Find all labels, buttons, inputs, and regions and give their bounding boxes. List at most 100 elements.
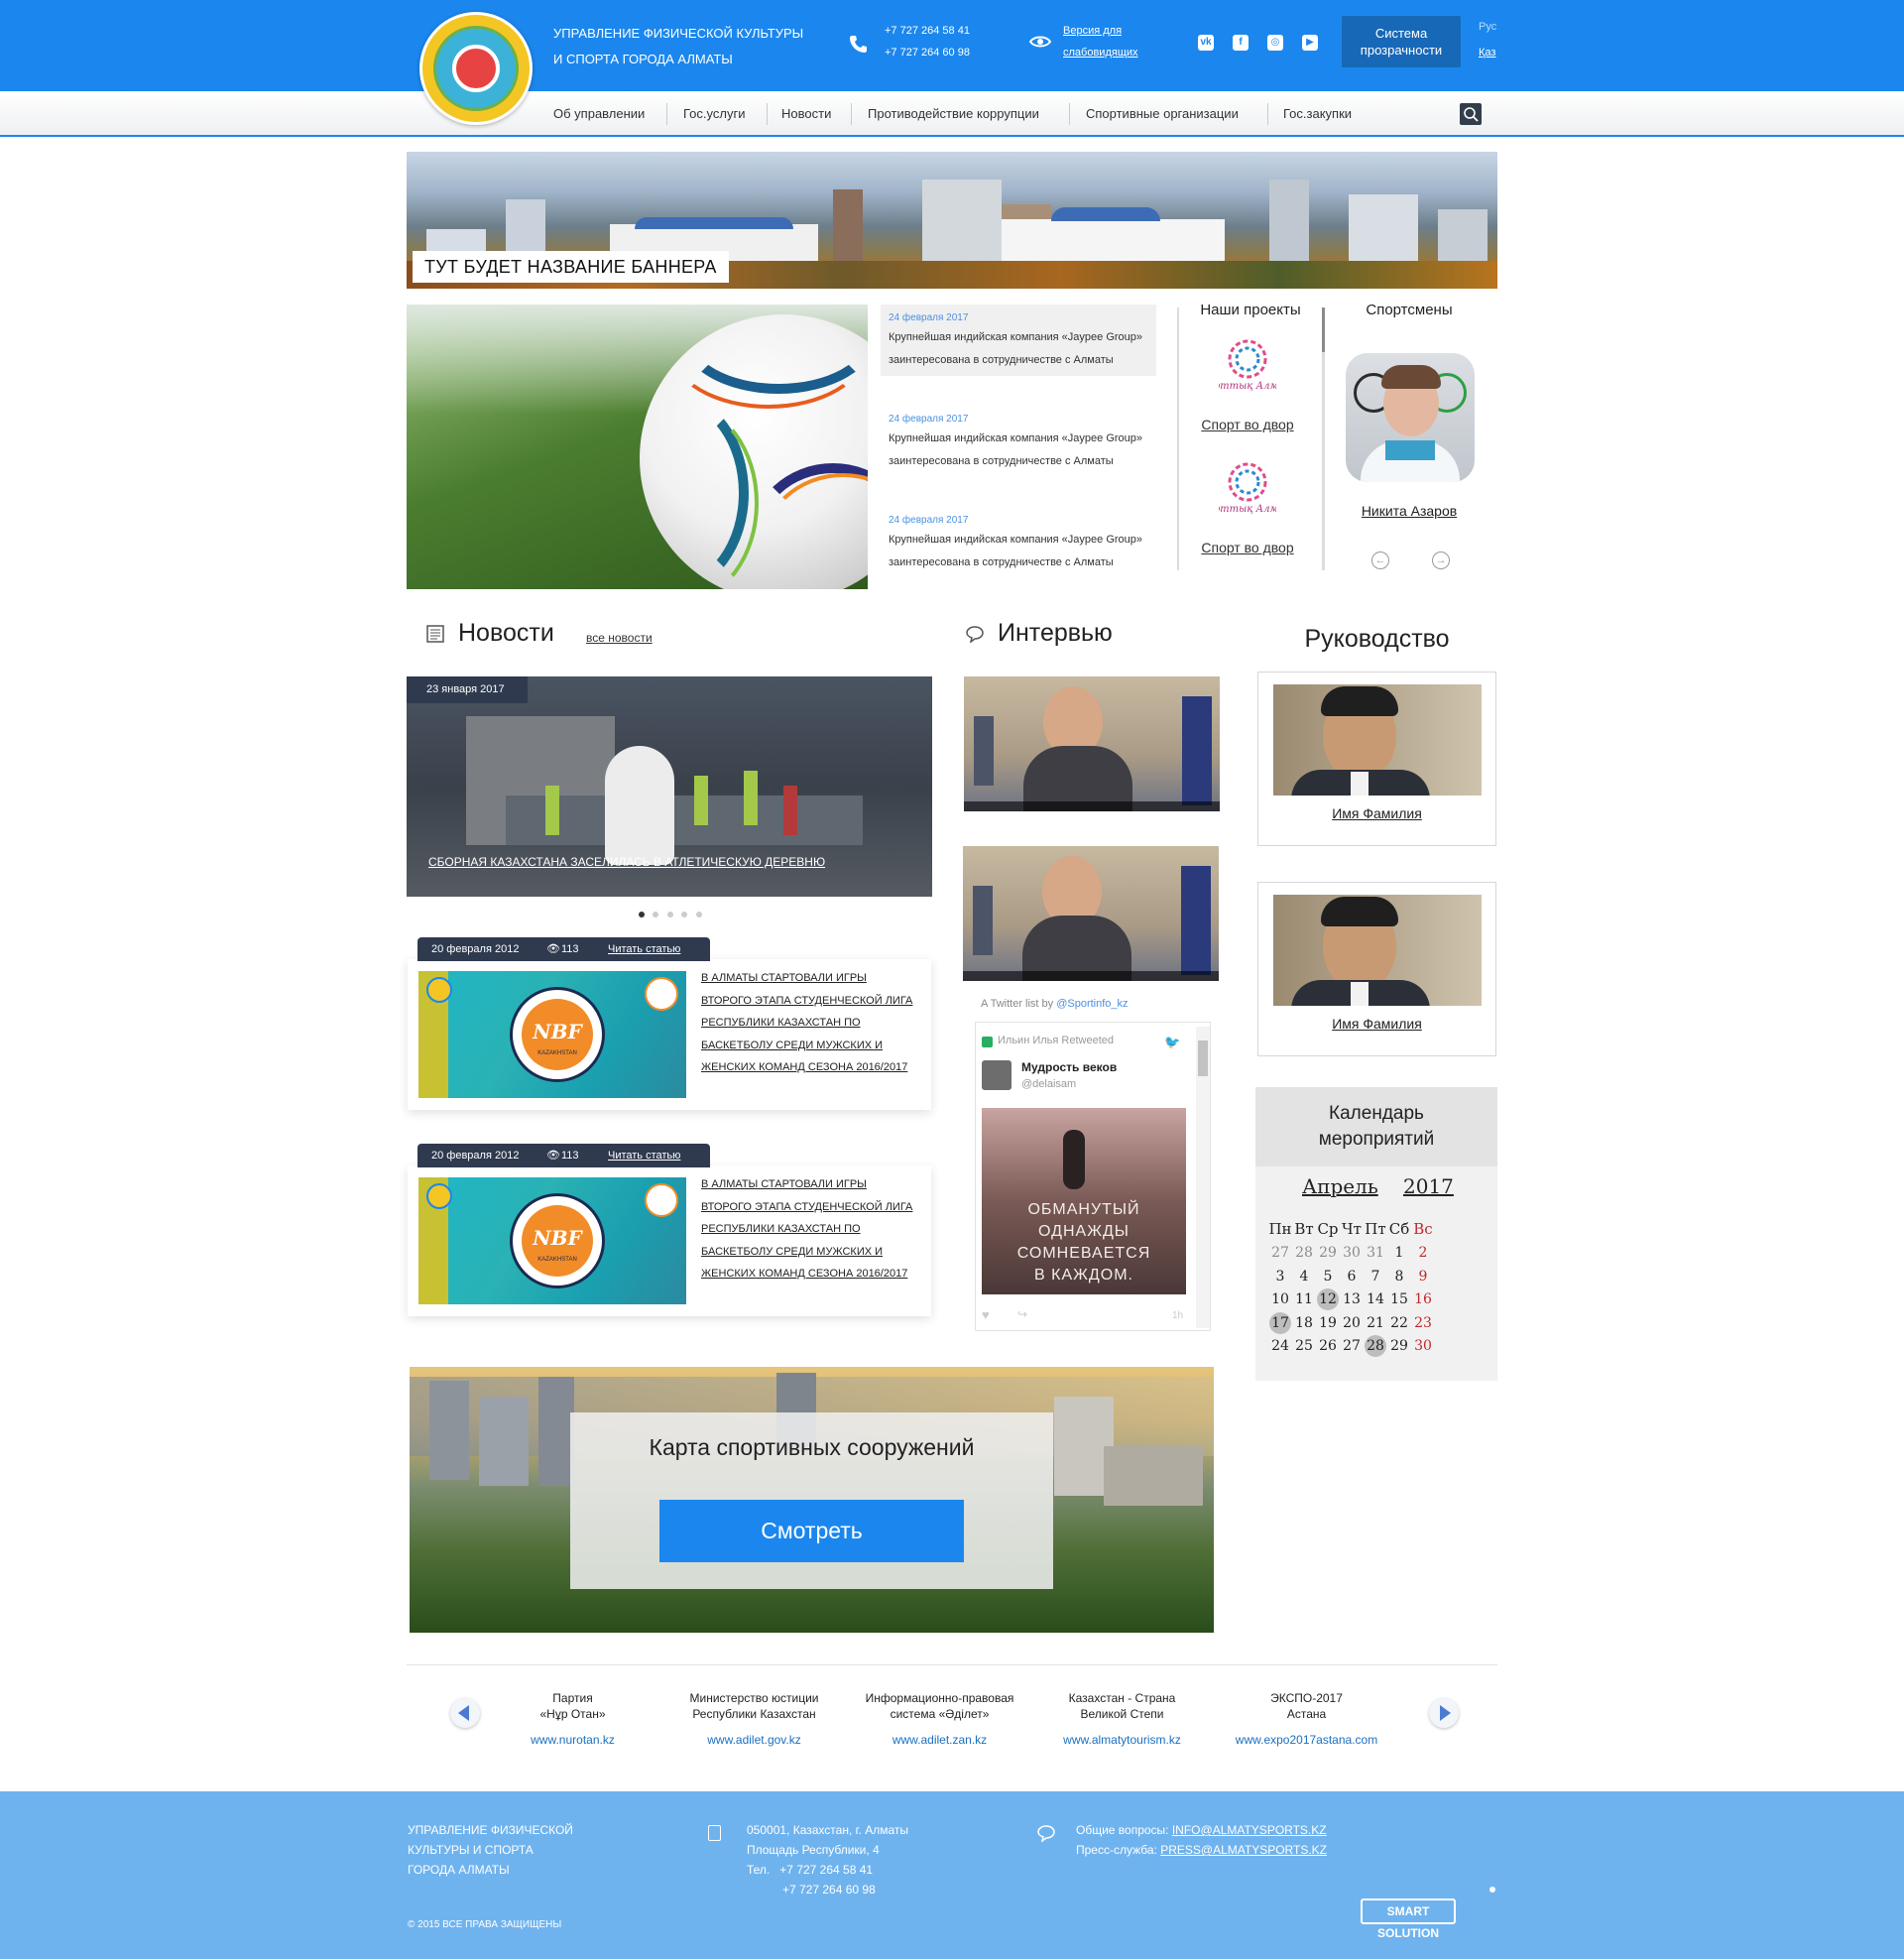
footer-address: 050001, Казахстан, г. Алматы Площадь Рес… <box>747 1820 908 1899</box>
footer-general-email[interactable]: INFO@ALMATYSPORTS.KZ <box>1172 1823 1327 1837</box>
low-vision-link[interactable]: Версия для слабовидящих <box>1063 20 1138 63</box>
athlete-name[interactable]: Никита Азаров <box>1335 503 1484 519</box>
search-button[interactable] <box>1460 103 1482 125</box>
tweet-author[interactable]: Мудрость веков <box>1021 1060 1117 1074</box>
city-emblem-logo[interactable] <box>419 12 533 125</box>
side-news-line1: Крупнейшая индийская компания «Jaypee Gr… <box>889 432 1143 444</box>
interview-video-thumbnail[interactable] <box>963 846 1219 981</box>
partner-link-url[interactable]: www.nurotan.kz <box>486 1733 659 1747</box>
view-map-button[interactable]: Смотреть <box>659 1500 964 1562</box>
nav-anticorruption[interactable]: Противодействие коррупции <box>868 105 1039 123</box>
manager-photo[interactable] <box>1273 895 1482 1006</box>
football-graphic <box>640 314 868 589</box>
article-date: 20 февраля 2012 <box>431 1150 520 1162</box>
twitter-handle-link[interactable]: @Sportinfo_kz <box>1056 998 1128 1010</box>
side-news-date: 24 февраля 2017 <box>889 414 969 425</box>
instagram-icon[interactable]: ◎ <box>1267 35 1283 51</box>
developer-logo[interactable]: SMART SOLUTION <box>1361 1898 1456 1940</box>
featured-news-title[interactable]: Сборная Казахстана заселилась в атлетиче… <box>428 855 825 869</box>
nav-services[interactable]: Гос.услуги <box>683 105 745 123</box>
news-article-title[interactable]: В Алматы стартовали игры второго этапа с… <box>701 967 929 1079</box>
read-article-link[interactable]: Читать статью <box>608 1144 680 1167</box>
emblem-ring <box>433 26 519 111</box>
footer-press-email[interactable]: PRESS@ALMATYSPORTS.KZ <box>1160 1843 1327 1857</box>
retweet-icon <box>982 1037 993 1047</box>
tweet-avatar[interactable] <box>982 1060 1012 1090</box>
header-phone-1[interactable]: +7 727 264 58 41 <box>885 20 970 42</box>
partner-link-url[interactable]: www.almatytourism.kz <box>1035 1733 1209 1747</box>
news-article-card[interactable]: NBF KAZAKHSTAN В Алматы стартовали игры … <box>408 1165 931 1316</box>
slider-dot[interactable] <box>667 912 673 918</box>
footer-contacts: Общие вопросы: INFO@ALMATYSPORTS.KZ Прес… <box>1076 1823 1327 1857</box>
low-vision-line1: Версия для <box>1063 25 1123 37</box>
links-next-arrow-icon[interactable] <box>1429 1698 1459 1728</box>
projects-divider-left <box>1177 307 1179 570</box>
calendar-month-select[interactable]: Апрель <box>1302 1174 1378 1198</box>
calendar-day[interactable]: 2 <box>1408 1242 1438 1264</box>
nav-divider <box>851 103 852 125</box>
news-article-title[interactable]: В Алматы стартовали игры второго этапа с… <box>701 1173 929 1286</box>
sport-almaty-logo[interactable]: Спорттық Алматы <box>1194 460 1301 518</box>
nav-news[interactable]: Новости <box>781 105 831 123</box>
tweet-handle[interactable]: @delaisam <box>1021 1078 1076 1090</box>
twitter-scrollbar[interactable] <box>1196 1027 1210 1328</box>
lang-ru[interactable]: Рус <box>1479 21 1496 33</box>
footer-phone-1[interactable]: +7 727 264 58 41 <box>779 1863 873 1877</box>
vk-icon[interactable]: vk <box>1198 35 1214 51</box>
news-article-card[interactable]: NBF KAZAKHSTAN В Алматы стартовали игры … <box>408 959 931 1110</box>
links-prev-arrow-icon[interactable] <box>450 1698 480 1728</box>
heart-icon[interactable]: ♥ <box>982 1307 990 1322</box>
transparency-button[interactable]: Система прозрачности <box>1342 16 1461 67</box>
share-icon[interactable]: ↪ <box>1017 1307 1027 1321</box>
banner-title[interactable]: Тут будет название баннера <box>413 251 729 283</box>
project-sport-yard-link[interactable]: Спорт во двор <box>1173 417 1322 432</box>
side-news-item[interactable]: 24 февраля 2017 Крупнейшая индийская ком… <box>881 406 1156 477</box>
calendar-day[interactable]: 23 <box>1408 1312 1438 1334</box>
nav-about[interactable]: Об управлении <box>553 105 645 123</box>
news-article-header: 20 февраля 2012 👁 113 Читать статью <box>417 937 710 961</box>
athlete-photo[interactable] <box>1346 353 1475 482</box>
side-news-item[interactable]: 24 февраля 2017 Крупнейшая индийская ком… <box>881 507 1156 578</box>
calendar-day[interactable]: 16 <box>1408 1288 1438 1310</box>
nav-divider <box>1069 103 1070 125</box>
header-phones: +7 727 264 58 41 +7 727 264 60 98 <box>885 20 970 63</box>
partner-link-url[interactable]: www.adilet.zan.kz <box>853 1733 1026 1747</box>
side-news-line1: Крупнейшая индийская компания «Jaypee Gr… <box>889 534 1143 546</box>
partner-link-url[interactable]: www.expo2017astana.com <box>1220 1733 1393 1747</box>
nav-sport-orgs[interactable]: Спортивные организации <box>1086 105 1239 123</box>
interview-video-thumbnail[interactable] <box>964 676 1220 811</box>
footer-phone-2[interactable]: +7 727 264 60 98 <box>747 1880 908 1899</box>
nbf-article-image: NBF KAZAKHSTAN <box>418 971 686 1098</box>
nbf-logo-subtext: KAZAKHSTAN <box>537 1050 577 1056</box>
manager-name[interactable]: Имя Фамилия <box>1258 805 1495 821</box>
side-news-item[interactable]: 24 февраля 2017 Крупнейшая индийская ком… <box>881 305 1156 376</box>
calendar-year-select[interactable]: 2017 <box>1403 1174 1454 1198</box>
slider-dot-active[interactable] <box>639 912 645 918</box>
read-article-link[interactable]: Читать статью <box>608 937 680 961</box>
athlete-next-arrow-icon[interactable]: → <box>1432 551 1450 569</box>
slider-dot[interactable] <box>696 912 702 918</box>
all-news-link[interactable]: все новости <box>586 631 653 645</box>
manager-name[interactable]: Имя Фамилия <box>1258 1016 1495 1032</box>
athlete-prev-arrow-icon[interactable]: ← <box>1371 551 1389 569</box>
sport-almaty-logo[interactable]: Спорттық Алматы <box>1194 337 1301 395</box>
featured-news-image[interactable]: 23 января 2017 Сборная Казахстана засели… <box>407 676 932 897</box>
slider-dot[interactable] <box>681 912 687 918</box>
calendar-day[interactable]: 9 <box>1408 1266 1438 1287</box>
facebook-icon[interactable]: f <box>1233 35 1249 51</box>
calendar-day[interactable]: 30 <box>1408 1335 1438 1357</box>
youtube-icon[interactable]: ▶ <box>1302 35 1318 51</box>
hero-football-image[interactable] <box>407 305 868 589</box>
twitter-widget[interactable]: Ильин Илья Retweeted 🐦 Мудрость веков @d… <box>975 1022 1211 1331</box>
lang-kz[interactable]: Қаз <box>1479 47 1495 59</box>
partner-link-url[interactable]: www.adilet.gov.kz <box>667 1733 841 1747</box>
slider-dot[interactable] <box>653 912 658 918</box>
side-news-line2: заинтересована в сотрудничестве с Алматы <box>889 556 1114 568</box>
header-phone-2[interactable]: +7 727 264 60 98 <box>885 42 970 63</box>
manager-card[interactable]: Имя Фамилия <box>1257 672 1496 846</box>
tweet-image[interactable]: ОБМАНУТЫЙ ОДНАЖДЫ СОМНЕВАЕТСЯ В КАЖДОМ. <box>982 1108 1186 1294</box>
manager-card[interactable]: Имя Фамилия <box>1257 882 1496 1056</box>
project-sport-yard-link[interactable]: Спорт во двор <box>1173 540 1322 555</box>
nav-procurement[interactable]: Гос.закупки <box>1283 105 1352 123</box>
manager-photo[interactable] <box>1273 684 1482 796</box>
